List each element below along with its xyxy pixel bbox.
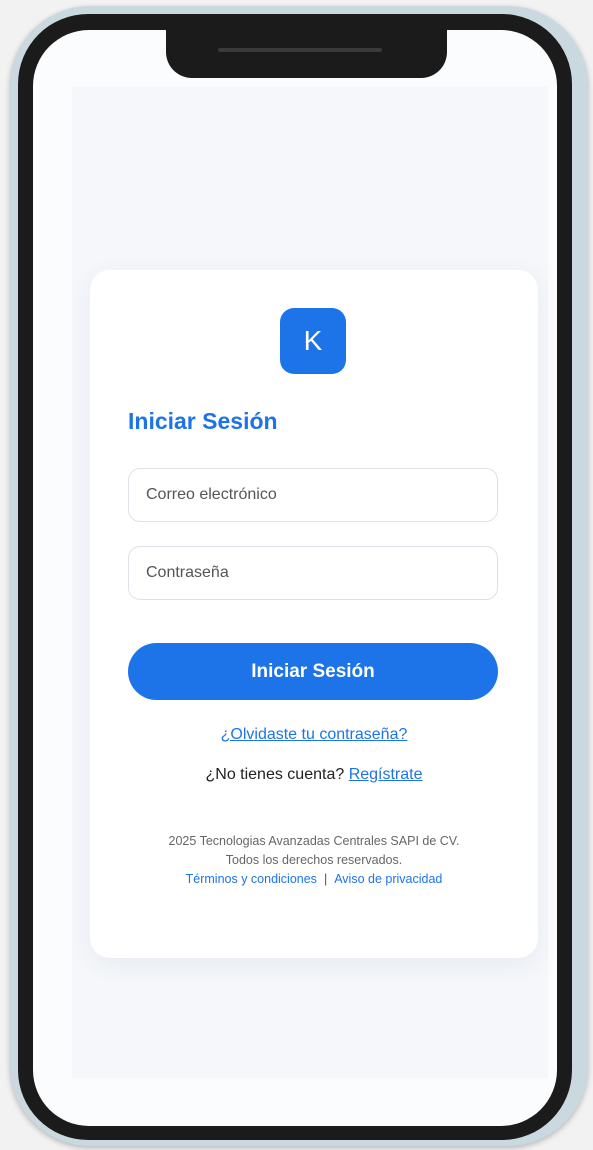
signup-link[interactable]: Regístrate xyxy=(349,766,423,783)
login-button[interactable]: Iniciar Sesión xyxy=(128,643,498,700)
privacy-link[interactable]: Aviso de privacidad xyxy=(334,872,442,886)
password-field[interactable] xyxy=(128,546,498,600)
footer-separator: | xyxy=(323,872,328,886)
email-field[interactable] xyxy=(128,468,498,522)
page-title: Iniciar Sesión xyxy=(128,408,278,434)
phone-notch xyxy=(166,16,447,78)
signup-row: ¿No tienes cuenta? Regístrate xyxy=(90,766,538,784)
logo-letter: K xyxy=(303,325,323,356)
speaker-grille xyxy=(218,48,382,52)
app-logo: K xyxy=(280,308,346,374)
forgot-password-link[interactable]: ¿Olvidaste tu contraseña? xyxy=(90,726,538,744)
terms-link[interactable]: Términos y condiciones xyxy=(186,872,317,886)
rights-text: Todos los derechos reservados. xyxy=(225,853,403,867)
footer: 2025 Tecnologias Avanzadas Centrales SAP… xyxy=(90,832,538,889)
copyright-text: 2025 Tecnologias Avanzadas Centrales SAP… xyxy=(168,834,460,848)
footer-links: Términos y condiciones | Aviso de privacid… xyxy=(90,870,538,889)
signup-prompt: ¿No tienes cuenta? xyxy=(205,766,345,783)
